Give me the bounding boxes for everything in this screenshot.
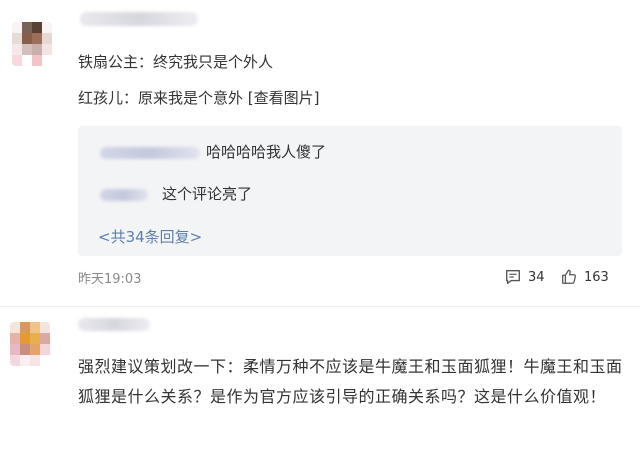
thumbs-up-icon xyxy=(562,269,576,284)
blurred-reply-username xyxy=(100,147,200,159)
comment-count: 34 xyxy=(528,269,545,285)
comment-button[interactable]: 34 xyxy=(504,268,545,286)
blurred-reply-username xyxy=(100,189,148,201)
comment-line-2: 红孩儿：原来我是个意外 [查看图片] xyxy=(78,89,320,107)
blurred-username xyxy=(78,318,150,331)
like-button[interactable]: 163 xyxy=(560,268,609,286)
timestamp: 昨天19:03 xyxy=(78,272,142,287)
reply-1: 哈哈哈哈我人傻了 xyxy=(206,143,327,161)
more-replies-link[interactable]: <共34条回复> xyxy=(98,226,202,247)
like-count: 163 xyxy=(584,269,609,285)
avatar[interactable] xyxy=(10,322,50,366)
comment-line-1: 铁扇公主：终究我只是个外人 xyxy=(78,53,274,71)
comment-icon xyxy=(506,270,520,284)
avatar[interactable] xyxy=(12,22,52,66)
divider xyxy=(0,306,640,307)
reply-box: 哈哈哈哈我人傻了 这个评论亮了 <共34条回复> xyxy=(78,126,622,256)
blurred-username-top xyxy=(80,12,198,26)
comment-text: 强烈建议策划改一下：柔情万种不应该是牛魔王和玉面狐狸！牛魔王和玉面狐狸是什么关系… xyxy=(78,357,623,406)
reply-2: 这个评论亮了 xyxy=(162,185,253,203)
